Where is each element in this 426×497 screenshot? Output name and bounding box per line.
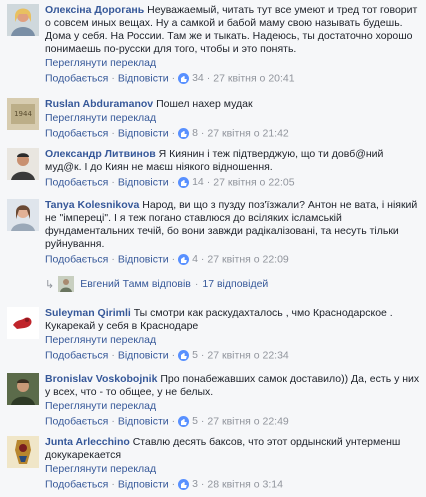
reply-link[interactable]: Відповісти xyxy=(118,415,169,427)
like-icon xyxy=(178,128,190,139)
avatar[interactable] xyxy=(7,436,39,468)
reaction-count[interactable]: 3 xyxy=(178,478,198,491)
timestamp[interactable]: 28 квітня о 3:14 xyxy=(207,478,283,490)
reaction-count[interactable]: 34 xyxy=(178,72,204,85)
timestamp[interactable]: 27 квітня о 21:42 xyxy=(207,127,288,139)
like-icon xyxy=(178,416,190,427)
reaction-count[interactable]: 5 xyxy=(178,415,198,428)
like-link[interactable]: Подобається xyxy=(45,176,108,188)
reply-link[interactable]: Відповісти xyxy=(118,72,169,84)
timestamp[interactable]: 27 квітня о 22:05 xyxy=(213,176,294,188)
comment-actions: Подобається · Відповісти · 8 · 27 квітня о 21… xyxy=(45,127,289,140)
likes-count: 14 xyxy=(192,176,204,188)
reply-author[interactable]: Евгений Тамм відповів xyxy=(80,278,191,290)
comment-author[interactable]: Олександр Литвинов xyxy=(45,148,156,160)
avatar[interactable] xyxy=(7,373,39,405)
avatar[interactable] xyxy=(7,148,39,180)
timestamp[interactable]: 27 квітня о 22:34 xyxy=(207,349,288,361)
avatar[interactable]: 1944 xyxy=(7,98,39,130)
like-icon xyxy=(178,177,190,188)
reply-arrow-icon: ↳ xyxy=(45,278,55,291)
reaction-count[interactable]: 14 xyxy=(178,176,204,189)
separator: · xyxy=(194,278,199,290)
timestamp[interactable]: 27 квітня о 22:09 xyxy=(207,253,288,265)
reply-link[interactable]: Відповісти xyxy=(118,253,169,265)
like-link[interactable]: Подобається xyxy=(45,415,108,427)
reaction-count[interactable]: 5 xyxy=(178,349,198,362)
view-replies-link[interactable]: ↳ Евгений Тамм відповів · 17 відповідей xyxy=(45,275,268,293)
avatar[interactable] xyxy=(7,199,39,231)
svg-text:1944: 1944 xyxy=(14,110,32,118)
reaction-count[interactable]: 8 xyxy=(178,127,198,140)
reply-link[interactable]: Відповісти xyxy=(118,349,169,361)
comment-actions: Подобається · Відповісти · 5 · 27 квітня о 22… xyxy=(45,349,289,362)
comment-actions: Подобається · Відповісти · 14 · 27 квітня о 2… xyxy=(45,176,295,189)
comment-author[interactable]: Ruslan Abduramanov xyxy=(45,98,153,110)
comment-actions: Подобається · Відповісти · 5 · 27 квітня о 22… xyxy=(45,415,289,428)
like-link[interactable]: Подобається xyxy=(45,253,108,265)
comment-actions: Подобається · Відповісти · 34 · 27 квітня о 2… xyxy=(45,72,295,85)
reaction-count[interactable]: 4 xyxy=(178,253,198,266)
like-icon xyxy=(178,350,190,361)
like-icon xyxy=(178,479,190,490)
timestamp[interactable]: 27 квітня о 22:49 xyxy=(207,415,288,427)
like-link[interactable]: Подобається xyxy=(45,349,108,361)
reply-link[interactable]: Відповісти xyxy=(118,127,169,139)
see-translation-link[interactable]: Переглянути переклад xyxy=(45,57,421,70)
comment-actions: Подобається · Відповісти · 3 · 28 квітня о 3:… xyxy=(45,478,283,491)
like-icon xyxy=(178,254,190,265)
timestamp[interactable]: 27 квітня о 20:41 xyxy=(213,72,294,84)
see-translation-link[interactable]: Переглянути переклад xyxy=(45,334,421,347)
comment-text: Пошел нахер мудак xyxy=(156,98,253,110)
like-link[interactable]: Подобається xyxy=(45,72,108,84)
comment-author[interactable]: Олексіна Дорогань xyxy=(45,4,144,16)
see-translation-link[interactable]: Переглянути переклад xyxy=(45,463,421,476)
comment-author[interactable]: Tanya Kolesnikova xyxy=(45,199,139,211)
comment-actions: Подобається · Відповісти · 4 · 27 квітня о 22… xyxy=(45,253,289,266)
comment-author[interactable]: Suleyman Qirimli xyxy=(45,307,131,319)
reply-avatar xyxy=(58,276,75,292)
reply-link[interactable]: Відповісти xyxy=(118,478,169,490)
avatar[interactable] xyxy=(7,4,39,36)
likes-count: 34 xyxy=(192,72,204,84)
avatar[interactable] xyxy=(7,307,39,339)
comment-author[interactable]: Bronislav Voskobojnik xyxy=(45,373,157,385)
reply-link[interactable]: Відповісти xyxy=(118,176,169,188)
like-link[interactable]: Подобається xyxy=(45,127,108,139)
see-translation-link[interactable]: Переглянути переклад xyxy=(45,112,421,125)
comment-author[interactable]: Junta Arlecchino xyxy=(45,436,130,448)
reply-count[interactable]: 17 відповідей xyxy=(202,278,268,290)
see-translation-link[interactable]: Переглянути переклад xyxy=(45,400,421,413)
like-link[interactable]: Подобається xyxy=(45,478,108,490)
like-icon xyxy=(178,73,190,84)
